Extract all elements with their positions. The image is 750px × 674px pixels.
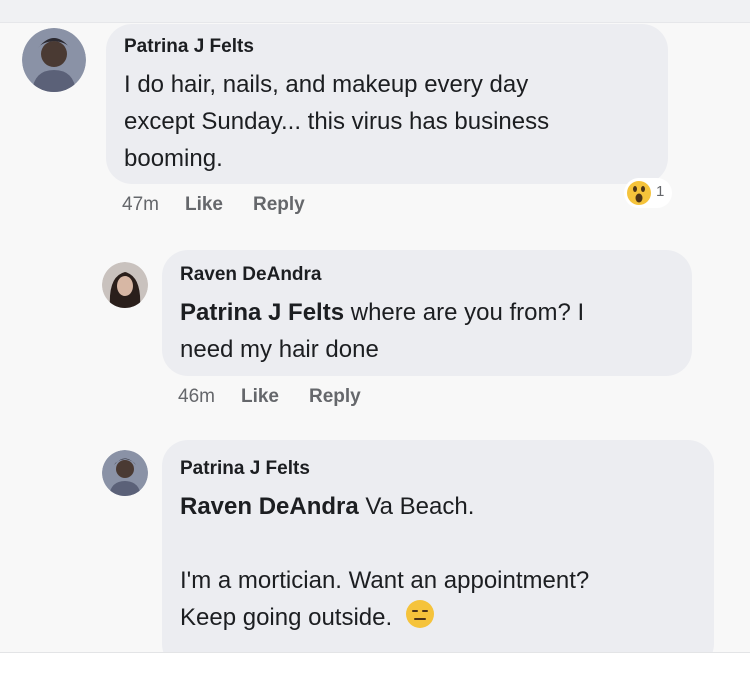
top-edge	[0, 0, 750, 23]
reply-line-3: Keep going outside.	[180, 599, 705, 640]
reply-line-rest: Va Beach.	[358, 493, 475, 520]
expressionless-emoji-icon	[405, 599, 435, 640]
reply-time[interactable]: 46m	[178, 386, 215, 408]
avatar-raven[interactable]	[102, 262, 148, 308]
comment-text: I do hair, nails, and makeup every day e…	[124, 66, 664, 177]
comment-line: except Sunday... this virus has business	[124, 108, 550, 135]
avatar-patrina[interactable]	[102, 450, 148, 496]
comment-line: I do hair, nails, and makeup every day	[124, 71, 529, 98]
reply-line-1: Patrina J Felts where are you from? I	[180, 294, 685, 331]
bottom-edge	[0, 652, 750, 674]
comment-line: booming.	[124, 145, 223, 172]
reply-text: Patrina J Felts where are you from? I ne…	[180, 294, 685, 368]
wow-reaction-icon	[627, 181, 651, 205]
facebook-comment-thread: Patrina J Felts I do hair, nails, and ma…	[0, 0, 750, 674]
reply-line-2: need my hair done	[180, 336, 379, 363]
reaction-count: 1	[656, 183, 665, 200]
reply-line-2: I'm a mortician. Want an appointment?	[180, 567, 590, 594]
mention-tag[interactable]: Patrina J Felts	[180, 299, 344, 326]
comment-meta: 47m Like Reply	[122, 194, 335, 216]
comment-author[interactable]: Patrina J Felts	[124, 36, 254, 58]
like-button[interactable]: Like	[241, 386, 279, 408]
reply-button[interactable]: Reply	[309, 386, 361, 408]
reply-button[interactable]: Reply	[253, 194, 305, 216]
avatar-patrina[interactable]	[22, 28, 86, 92]
reply-meta: 46m Like Reply	[178, 386, 391, 408]
reply-text: Raven DeAndra Va Beach. I'm a mortician.…	[180, 488, 705, 640]
reply-author[interactable]: Patrina J Felts	[180, 458, 310, 480]
like-button[interactable]: Like	[185, 194, 223, 216]
reply-author[interactable]: Raven DeAndra	[180, 264, 322, 286]
reply-line-rest: where are you from? I	[344, 299, 585, 326]
mention-tag[interactable]: Raven DeAndra	[180, 493, 359, 520]
reaction-summary[interactable]: 1	[624, 176, 674, 210]
reply-line-1: Raven DeAndra Va Beach.	[180, 488, 705, 525]
comment-time[interactable]: 47m	[122, 194, 159, 216]
reply-line-3-text: Keep going outside.	[180, 604, 393, 631]
